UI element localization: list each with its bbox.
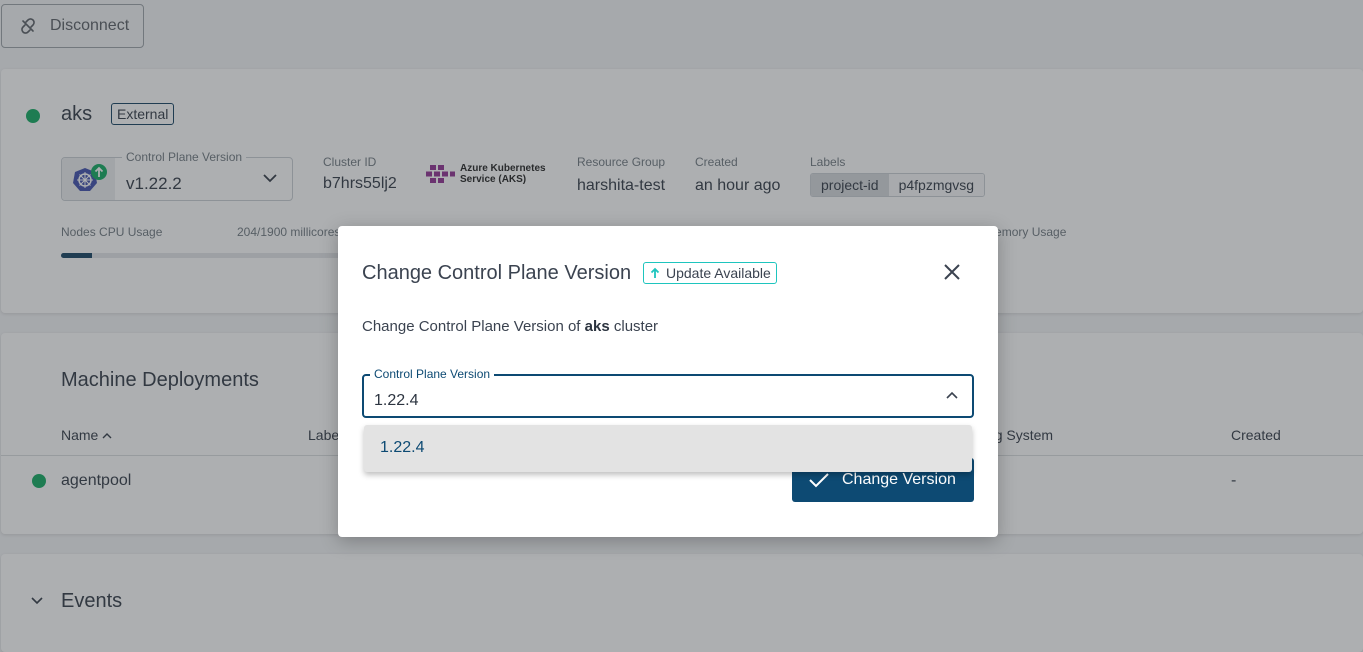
version-options-dropdown: 1.22.4	[364, 425, 972, 472]
dialog-description: Change Control Plane Version of aks clus…	[362, 318, 658, 335]
chevron-up-icon	[946, 391, 958, 399]
arrow-up-icon	[650, 267, 660, 278]
change-version-dialog: Change Control Plane Version Update Avai…	[338, 226, 998, 537]
version-select-value: 1.22.4	[374, 392, 419, 409]
desc-prefix: Change Control Plane Version of	[362, 318, 585, 335]
change-version-label: Change Version	[842, 471, 956, 488]
checkmark-icon	[809, 473, 829, 488]
update-available-label: Update Available	[666, 265, 771, 281]
dialog-title: Change Control Plane Version	[362, 262, 632, 284]
desc-suffix: cluster	[609, 318, 659, 335]
version-select[interactable]: Control Plane Version 1.22.4	[362, 367, 974, 418]
update-available-badge: Update Available	[643, 262, 777, 284]
desc-cluster-name: aks	[584, 318, 610, 335]
close-icon[interactable]	[942, 262, 962, 282]
version-select-label: Control Plane Version	[370, 367, 495, 381]
version-option[interactable]: 1.22.4	[380, 439, 424, 457]
